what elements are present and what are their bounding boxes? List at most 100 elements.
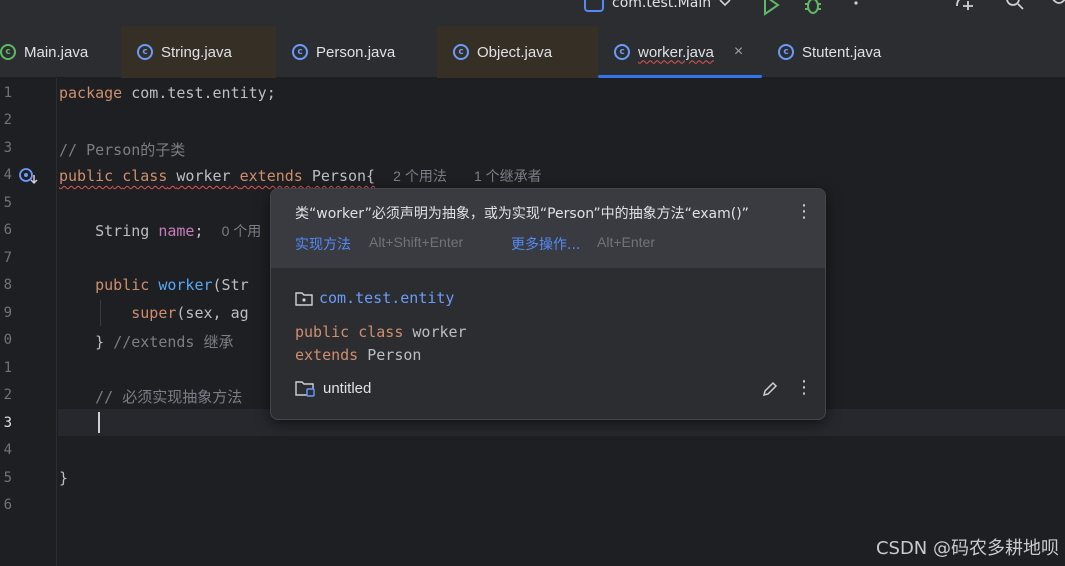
module-icon: [584, 0, 604, 12]
keyword: class: [122, 167, 168, 185]
keyword: extends: [295, 346, 359, 364]
more-options-icon[interactable]: ⋮: [795, 203, 813, 221]
field-name: name: [158, 222, 195, 240]
code-text: }: [95, 333, 105, 351]
line-number: 2: [3, 387, 12, 403]
java-class-icon: c: [137, 44, 153, 60]
line-number: 5: [3, 470, 12, 486]
line-number: 0: [3, 332, 12, 348]
tab-label: Object.java: [477, 43, 553, 61]
tab-worker-java[interactable]: c worker.java ×: [598, 26, 762, 78]
implemented-override-icon[interactable]: [18, 167, 40, 187]
code-line-15[interactable]: }: [59, 469, 68, 487]
java-class-icon: c: [292, 44, 308, 60]
line-number-gutter[interactable]: 1 2 3 4 5 6 7 8 9 0 1 2 3 4 5 6: [0, 78, 57, 566]
code-text: ;: [194, 222, 204, 240]
code-line-6[interactable]: String name; 0 个用: [59, 221, 261, 241]
tab-object-java[interactable]: c Object.java: [437, 26, 598, 78]
constructor-name: worker: [158, 276, 213, 294]
comment: //extends 继承: [113, 333, 234, 351]
line-number: 6: [3, 497, 12, 513]
project-folder-icon: [295, 381, 315, 397]
shortcut-hint: Alt+Enter: [597, 234, 655, 250]
tab-label: String.java: [161, 43, 232, 61]
tab-label: Main.java: [24, 43, 89, 61]
code-line-1[interactable]: package com.test.entity;: [59, 84, 276, 102]
run-configuration-selector[interactable]: com.test.Main: [584, 0, 731, 14]
more-options-icon[interactable]: ⋮: [795, 379, 813, 397]
add-user-icon[interactable]: [953, 0, 975, 16]
code-line-12[interactable]: // 必须实现抽象方法: [59, 386, 242, 407]
keyword: extends: [239, 167, 303, 185]
class-name: worker: [412, 323, 467, 341]
java-class-icon: c: [614, 44, 630, 60]
line-number: 4: [3, 442, 12, 458]
tab-person-java[interactable]: c Person.java: [276, 26, 437, 78]
comment: // 必须实现抽象方法: [95, 388, 243, 406]
package-link[interactable]: com.test.entity: [295, 289, 454, 307]
tab-label: Person.java: [316, 43, 396, 61]
keyword: class: [358, 323, 404, 341]
tab-label: Stutent.java: [802, 43, 882, 61]
error-underlined-declaration: public class worker extends Person{: [59, 167, 375, 185]
code-text: (Str: [212, 276, 249, 294]
implement-methods-link[interactable]: 实现方法: [295, 234, 351, 254]
line-number: 5: [3, 195, 12, 211]
search-icon[interactable]: [1004, 0, 1026, 16]
line-number: 7: [3, 250, 12, 266]
top-toolbar: com.test.Main: [0, 0, 1065, 26]
error-message: 类“worker”必须声明为抽象，或为实现“Person”中的抽象方法“exam…: [295, 206, 749, 222]
code-line-3[interactable]: // Person的子类: [59, 139, 185, 160]
parent-class: Person{: [311, 167, 376, 185]
class-name: worker: [176, 167, 231, 185]
type-name: String: [95, 222, 150, 240]
java-class-icon: c: [0, 44, 16, 60]
code-line-4[interactable]: public class worker extends Person{ 2 个用…: [59, 166, 542, 186]
line-number-current: 3: [3, 415, 12, 431]
keyword: public: [95, 276, 150, 294]
line-number: 2: [3, 112, 12, 128]
line-number: 9: [3, 305, 12, 321]
editor-tab-bar: c Main.java c String.java c Person.java …: [0, 26, 1065, 78]
run-icon[interactable]: [760, 0, 782, 16]
line-number: 3: [3, 140, 12, 156]
code-text: com.test.entity;: [122, 84, 276, 102]
shortcut-hint: Alt+Shift+Enter: [369, 234, 464, 250]
watermark: CSDN @码农多耕地呗: [875, 538, 1059, 559]
code-text: (sex, ag: [176, 304, 249, 322]
run-config-label: com.test.Main: [612, 0, 712, 11]
usages-hint[interactable]: 0 个用: [222, 223, 262, 239]
close-tab-icon[interactable]: ×: [734, 43, 743, 61]
tab-main-java[interactable]: c Main.java: [0, 26, 121, 78]
keyword: public: [59, 167, 114, 185]
code-line-9[interactable]: super(sex, ag: [59, 304, 249, 322]
keyword: public: [295, 323, 350, 341]
line-number: 8: [3, 277, 12, 293]
chevron-down-icon: [719, 0, 731, 7]
tab-string-java[interactable]: c String.java: [121, 26, 276, 78]
line-number: 1: [3, 360, 12, 376]
package-name: com.test.entity: [319, 289, 455, 307]
line-number: 6: [3, 222, 12, 238]
usages-hint[interactable]: 2 个用法: [393, 168, 447, 184]
more-icon[interactable]: [845, 0, 867, 16]
tab-stutent-java[interactable]: c Stutent.java: [762, 26, 912, 78]
text-caret: [98, 412, 100, 433]
tab-label: worker.java: [638, 43, 714, 61]
code-line-8[interactable]: public worker(Str: [59, 276, 249, 294]
project-link[interactable]: untitled: [295, 379, 371, 397]
code-line-10[interactable]: } //extends 继承: [59, 331, 234, 352]
keyword: super: [131, 304, 177, 322]
line-number: 4: [3, 167, 12, 183]
inheritors-hint[interactable]: 1 个继承者: [474, 168, 542, 184]
settings-icon[interactable]: [1048, 0, 1065, 16]
project-name: untitled: [323, 379, 372, 397]
keyword: package: [59, 84, 123, 102]
popup-header: [271, 189, 825, 268]
more-actions-link[interactable]: 更多操作...: [511, 234, 580, 254]
debug-icon[interactable]: [802, 0, 824, 16]
package-folder-icon: [295, 292, 313, 306]
edit-pencil-icon[interactable]: [761, 380, 779, 398]
line-number: 1: [3, 85, 12, 101]
java-class-icon: c: [453, 44, 469, 60]
